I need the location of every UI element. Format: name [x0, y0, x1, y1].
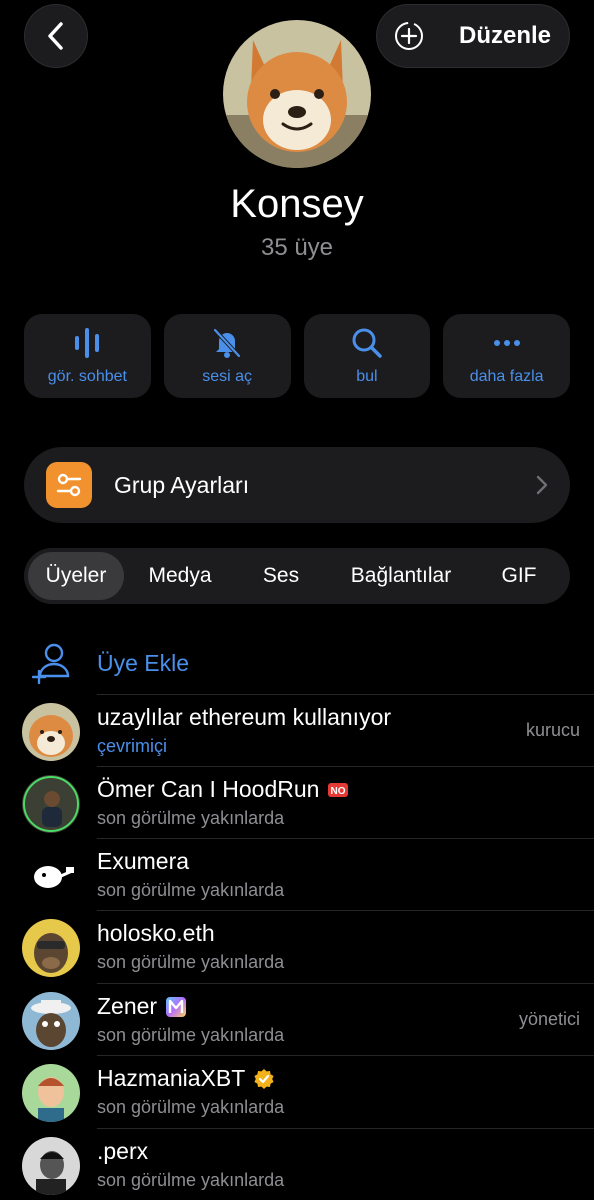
member-row[interactable]: Zener son görülme yakınlarda yönetici	[0, 983, 594, 1055]
member-name: .perx	[97, 1138, 149, 1164]
member-name: HazmaniaXBT	[97, 1065, 275, 1092]
member-status: son görülme yakınlarda	[97, 1025, 285, 1045]
avatar	[22, 992, 80, 1050]
more-button[interactable]: daha fazla	[443, 314, 570, 398]
avatar	[22, 703, 80, 761]
member-status: son görülme yakınlarda	[97, 1170, 285, 1190]
more-label: daha fazla	[469, 368, 544, 385]
more-icon	[493, 340, 520, 346]
tab-audio[interactable]: Ses	[236, 552, 326, 600]
avatar	[22, 775, 80, 833]
add-user-icon	[32, 643, 70, 684]
verified-badge-icon	[254, 1068, 274, 1089]
avatar	[22, 1137, 80, 1195]
tab-links[interactable]: Bağlantılar	[326, 552, 476, 600]
group-name: Konsey	[230, 182, 364, 226]
edit-button-label: Düzenle	[459, 22, 552, 49]
member-name: Ömer Can I HoodRun NO	[97, 776, 349, 803]
unmute-label: sesi aç	[202, 368, 253, 385]
member-row[interactable]: holosko.eth son görülme yakınlarda	[0, 910, 594, 982]
settings-toggle-icon	[46, 462, 92, 508]
edit-button[interactable]: Düzenle	[376, 4, 570, 68]
search-label: bul	[356, 368, 378, 385]
member-row[interactable]: uzaylılar ethereum kullanıyor çevrimiçi …	[0, 694, 594, 766]
member-name: Zener	[97, 993, 187, 1020]
svg-text:NO: NO	[331, 786, 346, 797]
member-row[interactable]: HazmaniaXBT son görülme yakınlarda	[0, 1055, 594, 1127]
member-status: son görülme yakınlarda	[97, 880, 285, 900]
back-button[interactable]	[24, 4, 88, 68]
member-row[interactable]: .perx son görülme yakınlarda	[0, 1128, 594, 1200]
gradient-m-badge-icon	[166, 996, 187, 1017]
member-status: son görülme yakınlarda	[97, 952, 285, 972]
group-settings-label: Grup Ayarları	[114, 471, 250, 498]
search-button[interactable]: bul	[303, 314, 431, 398]
avatar	[22, 847, 80, 905]
no-sign-icon: NO	[328, 782, 349, 797]
member-row[interactable]: Ömer Can I HoodRun NO son görülme yakınl…	[0, 766, 594, 838]
group-member-count: 35 üye	[260, 234, 334, 261]
chevron-left-icon	[48, 22, 63, 50]
action-buttons: gör. sohbet sesi aç bul daha fazla	[24, 314, 570, 398]
search-icon	[352, 328, 382, 358]
member-status: son görülme yakınlarda	[97, 1097, 285, 1117]
unmute-button[interactable]: sesi aç	[163, 314, 291, 398]
member-role: kurucu	[525, 720, 580, 740]
add-member-row[interactable]: Üye Ekle	[0, 640, 594, 694]
member-name: uzaylılar ethereum kullanıyor	[97, 704, 392, 730]
member-name: Exumera	[97, 848, 190, 874]
member-row[interactable]: Exumera son görülme yakınlarda	[0, 838, 594, 910]
voice-chat-button[interactable]: gör. sohbet	[24, 314, 151, 398]
bell-muted-icon	[213, 328, 241, 358]
tab-bar: Üyeler Medya Ses Bağlantılar GIF	[24, 548, 570, 604]
tab-media[interactable]: Medya	[124, 552, 236, 600]
tab-gif[interactable]: GIF	[476, 552, 562, 600]
avatar	[22, 1064, 80, 1122]
voice-chat-icon	[75, 328, 100, 358]
member-status: son görülme yakınlarda	[97, 808, 285, 828]
add-circle-icon	[395, 22, 423, 50]
voice-chat-label: gör. sohbet	[47, 368, 127, 385]
member-status: çevrimiçi	[97, 736, 167, 756]
tab-members[interactable]: Üyeler	[28, 552, 124, 600]
group-avatar[interactable]	[223, 20, 371, 168]
group-settings-row[interactable]: Grup Ayarları	[24, 447, 570, 523]
chevron-right-icon	[536, 475, 548, 495]
avatar	[22, 919, 80, 977]
member-name: holosko.eth	[97, 920, 215, 946]
member-role: yönetici	[518, 1009, 580, 1029]
add-member-label: Üye Ekle	[97, 650, 190, 676]
